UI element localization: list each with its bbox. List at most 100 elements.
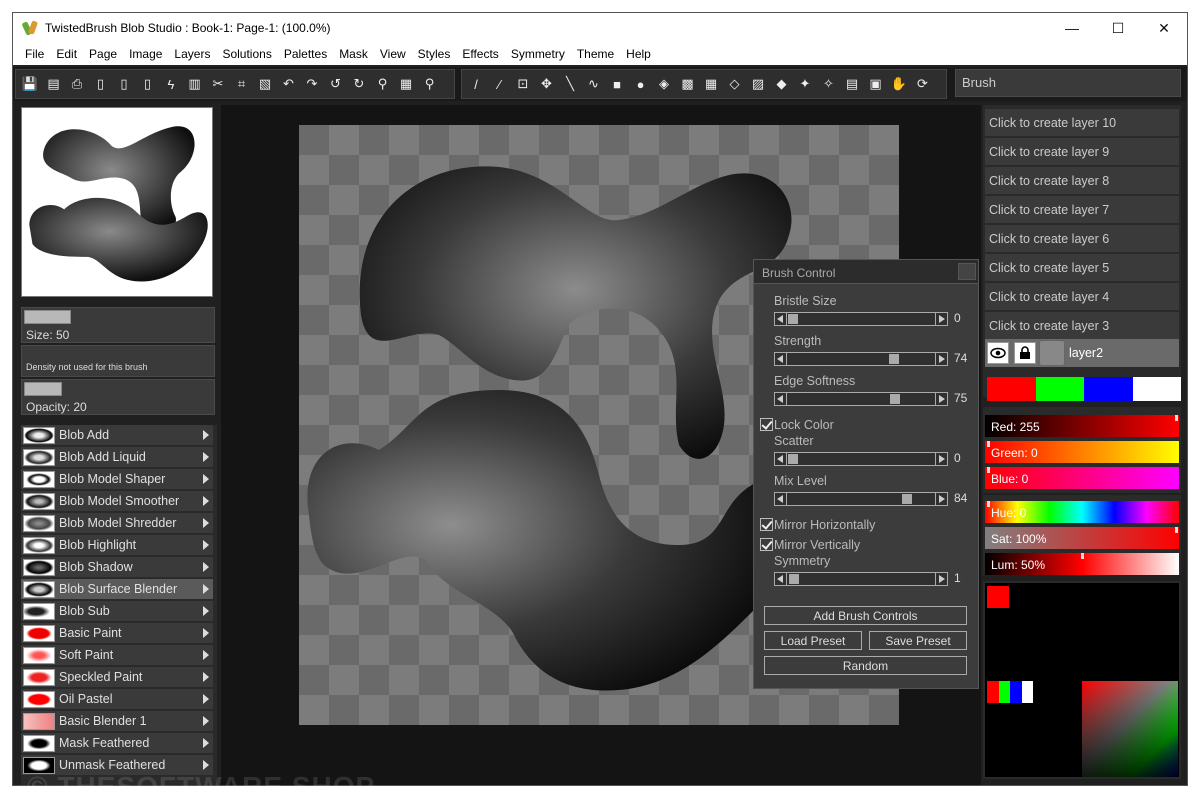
submenu-arrow-icon[interactable] (203, 430, 209, 440)
create-layer-row[interactable]: Click to create layer 3 (985, 312, 1179, 339)
create-layer-row[interactable]: Click to create layer 6 (985, 225, 1179, 252)
hand-icon[interactable]: ✋ (889, 74, 909, 94)
slider-thumb[interactable] (902, 494, 913, 504)
stamp-icon[interactable]: ▤ (842, 74, 862, 94)
submenu-arrow-icon[interactable] (203, 672, 209, 682)
arrow-left-icon[interactable] (777, 355, 783, 363)
brush-item[interactable]: Blob Add (21, 425, 213, 446)
crop-icon[interactable]: ⌗ (232, 74, 252, 94)
rotate-left-icon[interactable]: ↶ (279, 74, 299, 94)
save-icon[interactable]: 💾 (20, 74, 40, 94)
load-preset-button[interactable]: Load Preset (764, 631, 862, 650)
brush-item[interactable]: Blob Add Liquid (21, 447, 213, 468)
menu-edit[interactable]: Edit (50, 47, 83, 61)
size-panel[interactable]: Size: 50 (21, 307, 215, 343)
pen-icon[interactable]: / (466, 74, 486, 94)
brush-item[interactable]: Basic Blender 1 (21, 711, 213, 732)
create-layer-row[interactable]: Click to create layer 10 (985, 109, 1179, 136)
add-brush-controls-button[interactable]: Add Brush Controls (764, 606, 967, 625)
slider-track[interactable] (774, 492, 948, 506)
submenu-arrow-icon[interactable] (203, 474, 209, 484)
grid-icon[interactable]: ▦ (396, 74, 416, 94)
submenu-arrow-icon[interactable] (203, 694, 209, 704)
submenu-arrow-icon[interactable] (203, 738, 209, 748)
arrow-right-icon[interactable] (939, 395, 945, 403)
arrow-left-icon[interactable] (777, 495, 783, 503)
color-gradient-picker[interactable] (1082, 681, 1178, 777)
menu-help[interactable]: Help (620, 47, 657, 61)
brush-item[interactable]: Mask Feathered (21, 733, 213, 754)
submenu-arrow-icon[interactable] (203, 606, 209, 616)
zoom-out-icon[interactable]: ⚲ (420, 74, 440, 94)
new-page-icon[interactable]: ▯ (114, 74, 134, 94)
menu-symmetry[interactable]: Symmetry (505, 47, 571, 61)
lightning-icon[interactable]: ϟ (161, 74, 181, 94)
arrow-left-icon[interactable] (777, 575, 783, 583)
menu-page[interactable]: Page (83, 47, 123, 61)
dither-icon[interactable]: ◇ (725, 74, 745, 94)
brush-item[interactable]: Blob Sub (21, 601, 213, 622)
submenu-arrow-icon[interactable] (203, 540, 209, 550)
rectangle-icon[interactable]: ■ (607, 74, 627, 94)
refresh-icon[interactable]: ⟳ (913, 74, 933, 94)
maximize-button[interactable]: ☐ (1095, 13, 1141, 43)
menu-mask[interactable]: Mask (333, 47, 374, 61)
recent-color-swatch[interactable] (998, 681, 1010, 703)
arrow-right-icon[interactable] (939, 455, 945, 463)
create-layer-row[interactable]: Click to create layer 7 (985, 196, 1179, 223)
ellipse-icon[interactable]: ● (631, 74, 651, 94)
create-layer-row[interactable]: Click to create layer 5 (985, 254, 1179, 281)
create-layer-row[interactable]: Click to create layer 9 (985, 138, 1179, 165)
arrow-left-icon[interactable] (777, 455, 783, 463)
arrow-left-icon[interactable] (777, 395, 783, 403)
submenu-arrow-icon[interactable] (203, 760, 209, 770)
brush-item[interactable]: Blob Surface Blender (21, 579, 213, 600)
submenu-arrow-icon[interactable] (203, 562, 209, 572)
slider-track[interactable] (774, 312, 948, 326)
opacity-panel[interactable]: Opacity: 20 (21, 379, 215, 415)
fill-icon[interactable]: ◈ (654, 74, 674, 94)
page-icon[interactable]: ▯ (91, 74, 111, 94)
zoom-icon[interactable]: ⚲ (373, 74, 393, 94)
submenu-arrow-icon[interactable] (203, 628, 209, 638)
brush-item[interactable]: Basic Paint (21, 623, 213, 644)
color-swatch[interactable] (1084, 377, 1133, 401)
hue-slider[interactable]: Hue: 0 (985, 501, 1179, 523)
menu-palettes[interactable]: Palettes (278, 47, 333, 61)
crop-tool-icon[interactable]: ⊡ (513, 74, 533, 94)
slider-track[interactable] (774, 352, 948, 366)
mirror-vertically-checkbox[interactable] (760, 538, 773, 551)
brush-item[interactable]: Blob Model Shaper (21, 469, 213, 490)
lock-icon[interactable] (1014, 342, 1036, 364)
recent-color-swatch[interactable] (1021, 681, 1033, 703)
green-slider[interactable]: Green: 0 (985, 441, 1179, 463)
submenu-arrow-icon[interactable] (203, 452, 209, 462)
submenu-arrow-icon[interactable] (203, 518, 209, 528)
move-icon[interactable]: ✥ (537, 74, 557, 94)
select-icon[interactable]: ▣ (866, 74, 886, 94)
create-layer-row[interactable]: Click to create layer 4 (985, 283, 1179, 310)
redo-icon[interactable]: ↻ (349, 74, 369, 94)
brush-item[interactable]: Blob Model Smoother (21, 491, 213, 512)
mirror-horizontally-checkbox[interactable] (760, 518, 773, 531)
menu-layers[interactable]: Layers (168, 47, 216, 61)
book-icon[interactable]: ▥ (185, 74, 205, 94)
paste-icon[interactable]: ▧ (255, 74, 275, 94)
copy-page-icon[interactable]: ▯ (138, 74, 158, 94)
brush-item[interactable]: Oil Pastel (21, 689, 213, 710)
brush-item[interactable]: Speckled Paint (21, 667, 213, 688)
save-as-icon[interactable]: ▤ (44, 74, 64, 94)
random-button[interactable]: Random (764, 656, 967, 675)
arrow-right-icon[interactable] (939, 575, 945, 583)
submenu-arrow-icon[interactable] (203, 716, 209, 726)
brush-control-titlebar[interactable]: Brush Control (754, 260, 978, 284)
layer-active-row[interactable]: layer2 (985, 339, 1179, 367)
arrow-right-icon[interactable] (939, 315, 945, 323)
undo-icon[interactable]: ↺ (326, 74, 346, 94)
arrow-left-icon[interactable] (777, 315, 783, 323)
pattern-icon[interactable]: ▦ (701, 74, 721, 94)
rotate-right-icon[interactable]: ↷ (302, 74, 322, 94)
slider-track[interactable] (774, 572, 948, 586)
lock-color-checkbox[interactable] (760, 418, 773, 431)
slider-thumb[interactable] (789, 574, 800, 584)
